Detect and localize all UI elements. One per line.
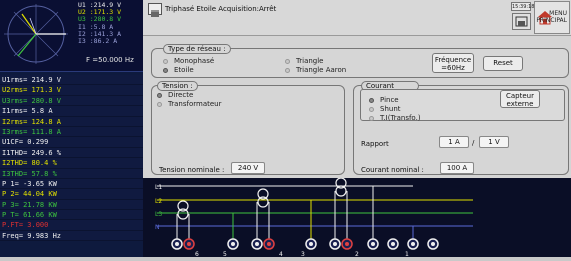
wiring-diagram: L1 L2 L3 N 6 5 4 3 2 1 (143, 177, 571, 258)
option-transformateur-label: Transformateur (168, 100, 222, 108)
rapport-label: Rapport (361, 140, 389, 148)
terminal-number: 4 (279, 251, 283, 257)
option-monophase[interactable]: Monophasé (163, 57, 214, 65)
wiring-svg: L1 L2 L3 N 6 5 4 3 2 1 (155, 177, 473, 258)
measurement-row: U1CF= 0.299 (0, 137, 143, 148)
measurement-row: U3rms= 280.8 V (0, 95, 143, 107)
frequency-label: Fréquence (434, 56, 472, 64)
measurement-row: U1rms= 214.9 V (0, 75, 143, 86)
terminal-number: 5 (223, 251, 227, 257)
option-triangle[interactable]: Triangle (285, 57, 324, 65)
courant-nominal-field[interactable]: 100 A (440, 162, 474, 174)
terminal-core (231, 242, 235, 246)
line-label-l1: L1 (155, 184, 162, 191)
phasor-diagram: U1 :214.9 V U2 :171.3 V U3 :280.8 V I1 :… (0, 0, 143, 72)
terminal-core (371, 242, 375, 246)
clock-display: 15:39:18 (511, 2, 535, 11)
acquisition-icon (148, 3, 162, 17)
option-triangle-label: Triangle (296, 57, 324, 65)
measurement-row: I2rms= 124.8 A (0, 116, 143, 127)
save-button[interactable] (512, 13, 531, 30)
terminal-core (255, 242, 259, 246)
terminal-number: 2 (355, 251, 359, 257)
tension-nominal-field[interactable]: 240 V (231, 162, 265, 174)
page-title: Triphasé Etoile Acquisition:Arrêt (165, 5, 277, 13)
measurement-row: P T= 61.66 KW (0, 210, 143, 221)
menu-label-line2: PRINCIPAL (536, 17, 567, 24)
i3-readout: I3 :86.2 A (78, 37, 118, 45)
capteur-line1: Capteur (506, 92, 534, 100)
terminal-number: 3 (301, 251, 305, 257)
tension-legend: Tension : (157, 81, 198, 91)
config-screen: Triphasé Etoile Acquisition:Arrêt 15:39:… (143, 0, 571, 258)
option-pince[interactable]: Pince (369, 96, 399, 104)
rapport-a-field[interactable]: 1 A (439, 136, 469, 148)
reset-button[interactable]: Reset (483, 56, 523, 71)
option-ti-transfo-label: T.I(Transfo.) (380, 114, 421, 122)
frequency-readout: F =50.000 Hz (86, 56, 134, 64)
terminal-number: 1 (405, 251, 409, 257)
option-etoile-label: Etoile (174, 66, 194, 74)
measurement-row: P.FT= 3.000 (0, 220, 143, 231)
option-pince-label: Pince (380, 96, 399, 104)
option-triangle-aaron[interactable]: Triangle Aaron (285, 66, 346, 74)
terminal-core (411, 242, 415, 246)
rapport-b-field[interactable]: 1 V (479, 136, 509, 148)
menu-label-line1: MENU (549, 10, 567, 17)
terminal-core (187, 242, 191, 246)
main-menu-button[interactable]: MENU PRINCIPAL (534, 1, 570, 34)
capteur-line2: externe (506, 100, 534, 108)
measurement-row: I1rms= 5.8 A (0, 106, 143, 117)
frequency-button[interactable]: Fréquence =60Hz (432, 53, 474, 73)
courant-nominal-label: Courant nominal : (361, 166, 424, 174)
option-ti-transfo[interactable]: T.I(Transfo.) (369, 114, 421, 122)
option-transformateur[interactable]: Transformateur (157, 100, 221, 108)
option-triangle-aaron-label: Triangle Aaron (296, 66, 347, 74)
measurement-row: I2THD= 80.4 % (0, 158, 143, 169)
line-label-l2: L2 (155, 198, 162, 205)
terminal-core (175, 242, 179, 246)
measurement-row: P 1= -3.65 KW (0, 178, 143, 190)
terminal-number: 6 (195, 251, 199, 257)
terminal-core (333, 242, 337, 246)
option-directe-label: Directe (168, 91, 194, 99)
tension-nominal-label: Tension nominale : (159, 166, 225, 174)
measurement-row: U2rms= 171.3 V (0, 85, 143, 96)
terminal-core (345, 242, 349, 246)
measurement-row: Freq= 9.983 Hz (0, 230, 143, 242)
measurement-panel: U1 :214.9 V U2 :171.3 V U3 :280.8 V I1 :… (0, 0, 143, 257)
network-type-legend: Type de réseau : (163, 44, 231, 54)
terminal-core (309, 242, 313, 246)
measurement-row: I3THD= 57.8 % (0, 168, 143, 179)
rapport-separator: / (472, 139, 475, 147)
measurement-row: I3rms= 111.8 A (0, 126, 143, 138)
option-shunt-label: Shunt (380, 105, 401, 113)
line-label-l3: L3 (155, 211, 162, 218)
option-monophase-label: Monophasé (174, 57, 215, 65)
measurement-row: I1THD= 249.6 % (0, 147, 143, 159)
frequency-value: =60Hz (441, 64, 465, 72)
terminal-core (267, 242, 271, 246)
option-etoile[interactable]: Etoile (163, 66, 194, 74)
option-shunt[interactable]: Shunt (369, 105, 401, 113)
title-bar: Triphasé Etoile Acquisition:Arrêt 15:39:… (143, 0, 571, 36)
u3-readout: U3 :280.8 V (78, 15, 122, 23)
terminal-core (431, 242, 435, 246)
line-label-n: N (155, 224, 160, 231)
option-directe[interactable]: Directe (157, 91, 193, 99)
measurement-row: P 3= 21.78 KW (0, 199, 143, 211)
measurement-row: P 2= 44.04 KW (0, 189, 143, 200)
terminal-core (391, 242, 395, 246)
capteur-externe-button[interactable]: Capteur externe (500, 90, 540, 108)
measurement-list: U1rms= 214.9 V U2rms= 171.3 V U3rms= 280.8… (0, 75, 143, 242)
